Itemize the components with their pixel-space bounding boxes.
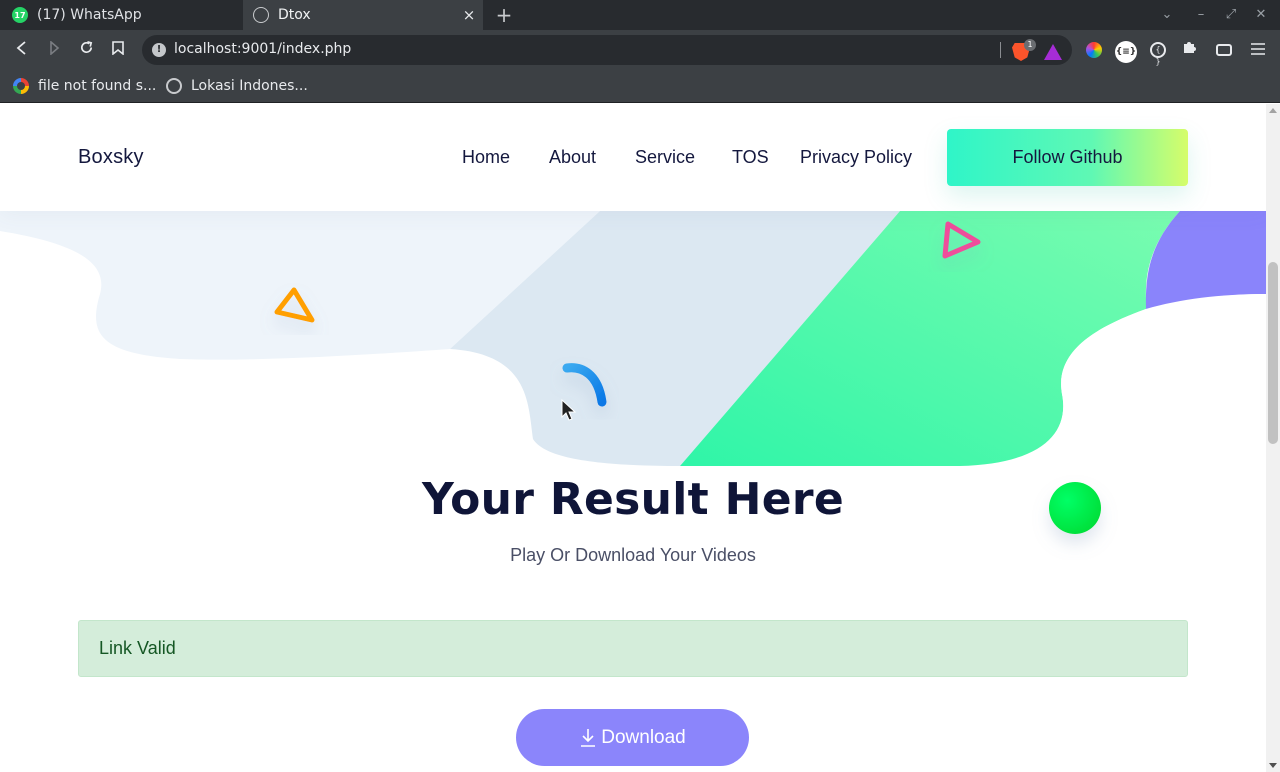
nav-tos[interactable]: TOS — [732, 147, 769, 168]
divider — [1000, 42, 1001, 58]
extensions-puzzle-icon[interactable] — [1178, 38, 1202, 62]
shields-count-badge: 1 — [1024, 39, 1036, 51]
back-icon[interactable] — [10, 38, 34, 62]
download-label: Download — [601, 726, 686, 748]
mouse-cursor-icon — [561, 399, 577, 421]
nav-home[interactable]: Home — [462, 147, 510, 168]
page-viewport: Boxsky Home About Service TOS Privacy Po… — [0, 104, 1266, 772]
brave-rewards-icon[interactable] — [1044, 44, 1062, 60]
bookmark-icon[interactable] — [106, 38, 130, 62]
tab-label: Dtox — [278, 7, 311, 23]
follow-github-button[interactable]: Follow Github — [947, 129, 1188, 186]
tab-list-dropdown-icon[interactable]: ⌄ — [1157, 5, 1177, 25]
download-button[interactable]: Download — [516, 709, 749, 766]
hamburger-menu-icon[interactable] — [1246, 38, 1270, 62]
page-subtitle: Play Or Download Your Videos — [510, 545, 756, 565]
bookmarks-bar: file not found s... Lokasi Indones... — [0, 70, 1280, 103]
wallet-icon[interactable] — [1212, 38, 1236, 62]
globe-icon — [166, 78, 182, 94]
close-window-icon[interactable]: ✕ — [1251, 5, 1271, 25]
site-logo[interactable]: Boxsky — [78, 146, 144, 169]
color-picker-extension-icon[interactable] — [1082, 38, 1106, 62]
nav-service[interactable]: Service — [635, 147, 695, 168]
site-header: Boxsky Home About Service TOS Privacy Po… — [0, 104, 1266, 211]
bookmark-item[interactable]: Lokasi Indones... — [166, 76, 308, 96]
restore-window-icon[interactable]: ⤢ — [1221, 5, 1241, 25]
minimize-window-icon[interactable]: – — [1191, 5, 1211, 25]
json-viewer-extension-icon[interactable]: {≡} — [1114, 38, 1138, 63]
scroll-thumb[interactable] — [1268, 262, 1278, 444]
address-bar[interactable]: ! localhost:9001/index.php 1 — [142, 35, 1072, 65]
globe-icon — [253, 7, 269, 23]
site-info-icon[interactable]: ! — [152, 43, 166, 57]
page-title: Your Result Here — [421, 474, 845, 525]
scroll-down-icon[interactable] — [1269, 763, 1277, 768]
nav-privacy-policy[interactable]: Privacy Policy — [800, 147, 912, 168]
reload-icon[interactable] — [74, 38, 98, 62]
page-scrollbar[interactable] — [1266, 104, 1280, 772]
alert-message: Link Valid — [99, 638, 176, 658]
tab-label: (17) WhatsApp — [37, 7, 142, 23]
tab-whatsapp[interactable]: 17 (17) WhatsApp — [0, 0, 242, 30]
url-text[interactable]: localhost:9001/index.php — [174, 41, 351, 57]
browser-tab-bar: 17 (17) WhatsApp Dtox × + ⌄ – ⤢ ✕ — [0, 0, 1280, 30]
status-alert: Link Valid — [78, 620, 1188, 677]
tab-dtox[interactable]: Dtox × — [243, 0, 483, 30]
new-tab-button[interactable]: + — [493, 4, 515, 26]
bookmark-label: Lokasi Indones... — [191, 78, 308, 94]
forward-icon[interactable] — [42, 38, 66, 62]
bookmark-item[interactable]: file not found s... — [13, 76, 156, 96]
google-icon — [13, 78, 29, 94]
whatsapp-icon: 17 — [12, 7, 28, 23]
browser-toolbar: ! localhost:9001/index.php 1 {≡} { } — [0, 30, 1280, 70]
dev-tools-extension-icon[interactable]: { } — [1146, 38, 1170, 66]
nav-about[interactable]: About — [549, 147, 596, 168]
bookmark-label: file not found s... — [38, 78, 157, 94]
download-icon — [581, 728, 596, 747]
close-tab-icon[interactable]: × — [461, 7, 477, 23]
scroll-up-icon[interactable] — [1269, 108, 1277, 113]
